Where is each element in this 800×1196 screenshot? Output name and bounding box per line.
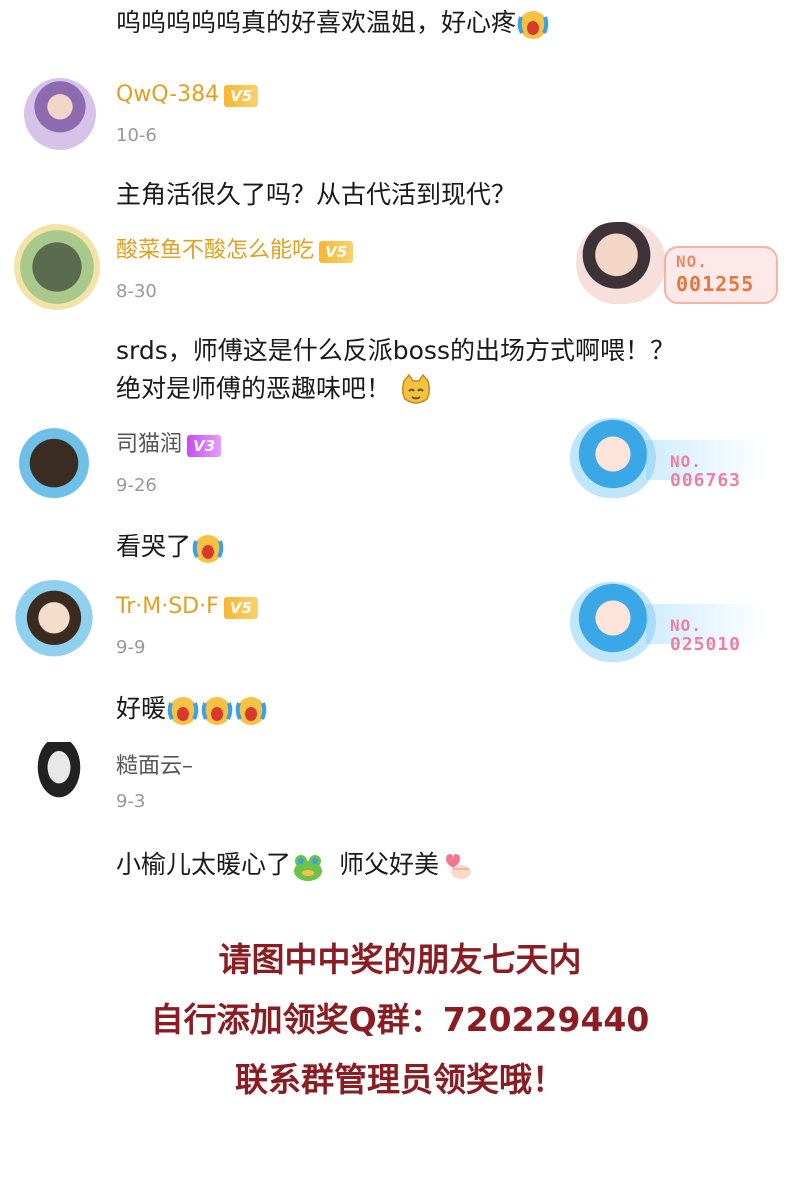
- comment-text: srds，师傅这是什么反派boss的出场方式啊喂！？: [116, 336, 675, 365]
- user-name[interactable]: 司猫润: [116, 432, 182, 457]
- crying-emoji-icon: [192, 535, 224, 563]
- fan-card-illustration: [570, 418, 656, 498]
- comment-text: 主角活很久了吗？从古代活到现代？: [116, 180, 517, 209]
- fan-card[interactable]: NO. 025010: [566, 580, 776, 664]
- fan-card[interactable]: NO. 001255: [576, 222, 778, 304]
- comment-text: 呜呜呜呜呜真的好喜欢温姐，好心疼: [116, 4, 550, 42]
- user-avatar[interactable]: [14, 224, 100, 310]
- fan-card-number: 001255: [676, 272, 755, 296]
- user-avatar[interactable]: [10, 580, 98, 664]
- fan-card-number: 025010: [670, 634, 742, 655]
- comment-date: 9-26: [116, 475, 157, 496]
- comment-text-content: 师父好美: [338, 850, 439, 879]
- comment-text: 看哭了: [116, 528, 225, 566]
- user-name-row: QwQ-384 V5: [116, 80, 259, 110]
- level-badge: V3: [187, 435, 222, 457]
- comment-date: 8-30: [116, 281, 157, 302]
- fan-card-illustration: [576, 222, 666, 304]
- level-badge: V5: [319, 241, 354, 263]
- fan-card[interactable]: NO. 006763: [566, 418, 776, 500]
- notice-line-3: 联系群管理员领奖哦！: [235, 1060, 565, 1099]
- comment-text: 小榆儿太暖心了 师父好美: [116, 846, 473, 884]
- notice-line-2: 自行添加领奖Q群：720229440: [150, 1000, 650, 1039]
- notice-line-1: 请图中中奖的朋友七天内: [218, 940, 582, 979]
- comment-text-content: 好暖: [116, 694, 167, 723]
- crying-emoji-icon: [235, 697, 267, 725]
- comment-text-content: 呜呜呜呜呜真的好喜欢温姐，好心疼: [116, 8, 517, 37]
- heart-hands-emoji-icon: [445, 854, 471, 879]
- user-name-row: 酸菜鱼不酸怎么能吃 V5: [116, 236, 354, 266]
- fan-card-label: NO.: [670, 452, 702, 471]
- user-name-row: 糙面云–: [116, 752, 193, 782]
- level-badge: V5: [224, 85, 259, 107]
- user-avatar[interactable]: [10, 418, 98, 500]
- comment-date: 9-9: [116, 637, 146, 658]
- comment-text-line2: 绝对是师傅的恶趣味吧！: [116, 370, 433, 408]
- fan-card-illustration: [570, 582, 656, 662]
- comment-text-content: 小榆儿太暖心了: [116, 850, 292, 879]
- level-badge: V5: [223, 597, 258, 619]
- user-avatar[interactable]: [24, 78, 96, 150]
- user-name-row: Tr·M·SD·F V5: [116, 592, 258, 622]
- comment-date: 10-6: [116, 125, 157, 146]
- frog-emoji-icon: [294, 855, 323, 881]
- comment-text-content: 绝对是师傅的恶趣味吧！: [116, 374, 392, 403]
- cat-emoji-icon: [401, 373, 430, 404]
- crying-emoji-icon: [517, 11, 549, 39]
- crying-emoji-icon: [167, 697, 199, 725]
- comment-text: 好暖: [116, 690, 268, 728]
- user-name[interactable]: 糙面云–: [116, 754, 193, 779]
- user-name[interactable]: QwQ-384: [116, 82, 219, 107]
- comment-date: 9-3: [116, 791, 146, 812]
- user-avatar[interactable]: [26, 742, 92, 814]
- user-name[interactable]: Tr·M·SD·F: [116, 594, 219, 619]
- user-name[interactable]: 酸菜鱼不酸怎么能吃: [116, 238, 314, 263]
- fan-card-label: NO.: [676, 252, 708, 271]
- comment-text-content: 看哭了: [116, 532, 192, 561]
- fan-card-number: 006763: [670, 470, 742, 491]
- fan-card-label: NO.: [670, 616, 702, 635]
- crying-emoji-icon: [201, 697, 233, 725]
- user-name-row: 司猫润 V3: [116, 430, 222, 460]
